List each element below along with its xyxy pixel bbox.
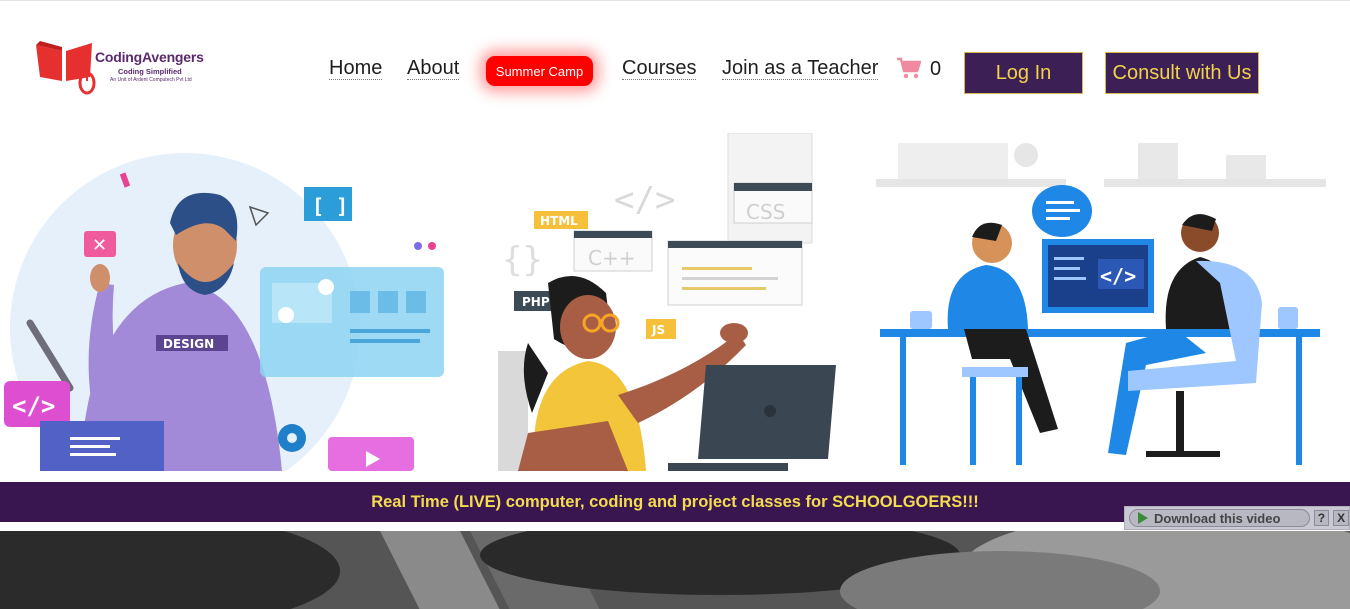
js-label: JS: [651, 323, 665, 337]
svg-text:</>: </>: [12, 392, 55, 420]
book-mouse-logo-icon: [36, 41, 96, 95]
nav-home[interactable]: Home: [329, 57, 383, 80]
logo-unit: An Unit of Ardent Computech Pvt Ltd: [110, 77, 192, 83]
play-icon: [1138, 512, 1148, 524]
download-video-label: Download this video: [1154, 510, 1281, 526]
design-shirt-label: DESIGN: [163, 337, 214, 351]
logo-tagline: Coding Simplified: [118, 67, 182, 76]
promo-banner-text: Real Time (LIVE) computer, coding and pr…: [371, 492, 979, 511]
site-logo[interactable]: CodingAvengers Coding Simplified An Unit…: [34, 37, 224, 99]
coding-student-illustration: </> {} CSS HTML C++ PHP JS: [498, 133, 836, 471]
nav-courses[interactable]: Courses: [622, 57, 697, 80]
video-player[interactable]: [0, 531, 1350, 609]
download-video-bar: Download this video ? X: [1124, 506, 1350, 530]
cpp-label: C++: [588, 246, 635, 270]
php-label: PHP: [522, 295, 550, 309]
designer-illustration: ✕ [ ] DESIGN </>: [4, 153, 444, 471]
css-label: CSS: [746, 200, 785, 224]
svg-text:{}: {}: [502, 240, 543, 280]
consult-button[interactable]: Consult with Us: [1105, 52, 1259, 94]
download-video-button[interactable]: Download this video: [1129, 509, 1310, 527]
close-icon[interactable]: X: [1333, 510, 1349, 526]
shopping-cart-icon[interactable]: [897, 57, 921, 79]
nav-join-teacher[interactable]: Join as a Teacher: [722, 57, 879, 80]
code-screen-label: </>: [1100, 264, 1136, 288]
hero-illustrations: ✕ [ ] DESIGN </> </> {} CSS HTML C++ PHP…: [0, 133, 1350, 471]
svg-text:[ ]: [ ]: [312, 194, 348, 218]
svg-text:</>: </>: [614, 180, 675, 220]
nav-about[interactable]: About: [407, 57, 460, 80]
logo-name: CodingAvengers: [95, 49, 204, 65]
help-icon[interactable]: ?: [1313, 510, 1330, 526]
video-frame: [0, 531, 1350, 609]
pair-programming-illustration: </>: [876, 133, 1328, 471]
html-label: HTML: [540, 214, 578, 228]
svg-text:✕: ✕: [92, 235, 107, 256]
login-button[interactable]: Log In: [964, 52, 1083, 94]
cart-count: 0: [930, 58, 942, 80]
nav-summer-camp-button[interactable]: Summer Camp: [486, 56, 593, 86]
